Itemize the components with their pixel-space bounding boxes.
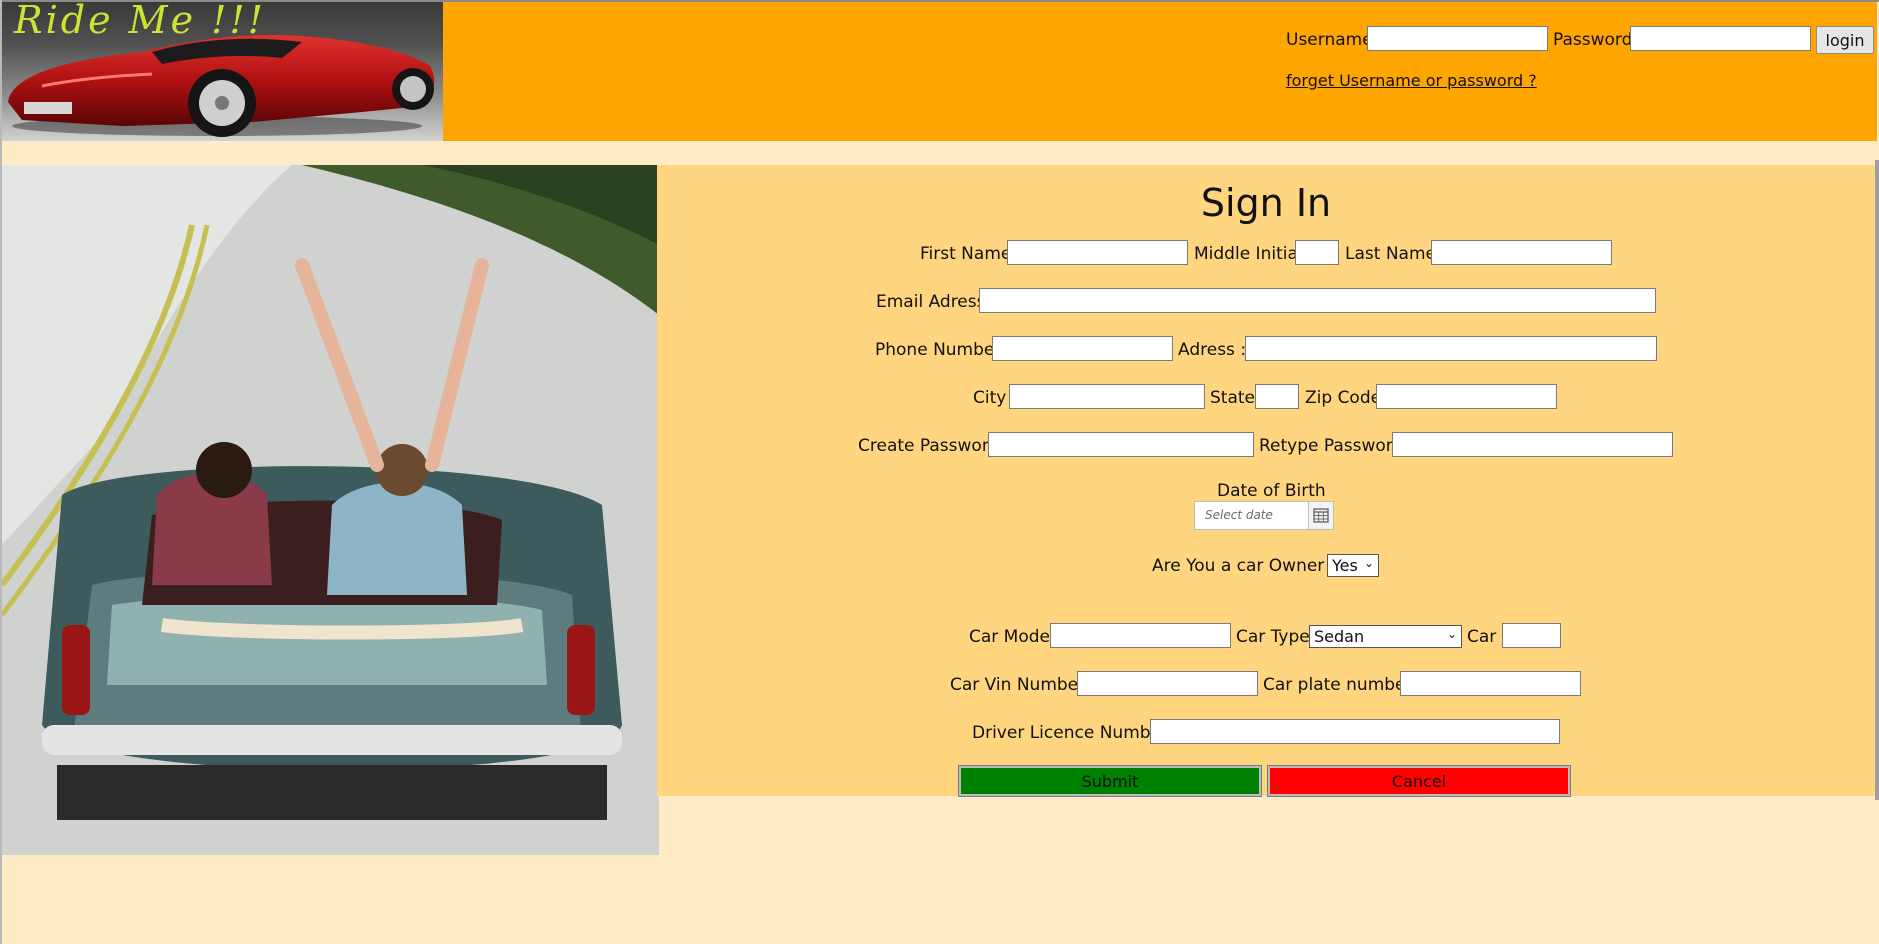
car-plate-input[interactable] — [1400, 671, 1581, 696]
licence-label: Driver Licence Number — [972, 723, 1168, 743]
car-owner-select[interactable]: Yes ⌄ — [1327, 554, 1379, 577]
car-owner-label: Are You a car Owner ? — [1152, 556, 1339, 576]
last-name-label: Last Name — [1345, 244, 1436, 264]
phone-label: Phone Number — [875, 340, 1002, 360]
username-input[interactable] — [1367, 26, 1548, 51]
address-label: Adress : — [1178, 340, 1247, 360]
car-vin-label: Car Vin Number — [950, 675, 1086, 695]
logo: Ride Me !!! — [2, 2, 443, 141]
dob-datepicker[interactable]: Select date — [1194, 501, 1334, 530]
address-input[interactable] — [1245, 336, 1657, 361]
first-name-input[interactable] — [1007, 240, 1188, 265]
car-model-input[interactable] — [1050, 623, 1231, 648]
licence-input[interactable] — [1150, 719, 1560, 744]
state-input[interactable] — [1255, 384, 1299, 409]
car-plate-label: Car plate number — [1263, 675, 1413, 695]
email-input[interactable] — [979, 288, 1656, 313]
first-name-label: First Name — [920, 244, 1012, 264]
car-type-select[interactable]: Sedan ⌄ — [1309, 625, 1462, 648]
couple-convertible-photo — [2, 165, 659, 855]
state-label: State — [1210, 388, 1255, 408]
car-vin-input[interactable] — [1077, 671, 1258, 696]
city-input[interactable] — [1009, 384, 1205, 409]
middle-initial-input[interactable] — [1295, 240, 1339, 265]
login-button[interactable]: login — [1816, 26, 1874, 54]
page-title: Sign In — [1200, 181, 1332, 225]
car-year-input[interactable] — [1502, 623, 1561, 648]
forget-credentials-link[interactable]: forget Username or password ? — [1286, 71, 1537, 90]
zip-input[interactable] — [1376, 384, 1557, 409]
username-label: Username — [1286, 30, 1373, 50]
car-owner-value: Yes — [1332, 556, 1358, 575]
retype-password-input[interactable] — [1392, 432, 1673, 457]
submit-button[interactable]: Submit — [958, 765, 1262, 797]
middle-initial-label: Middle Initial — [1194, 244, 1303, 264]
car-type-value: Sedan — [1314, 627, 1365, 646]
email-label: Email Adress — [876, 292, 986, 312]
chevron-down-icon: ⌄ — [1363, 556, 1374, 570]
zip-label: Zip Code — [1305, 388, 1382, 408]
create-password-label: Create Password — [858, 436, 1000, 456]
password-label: Password — [1553, 30, 1633, 50]
city-label: City — [973, 388, 1007, 408]
logo-text: Ride Me !!! — [14, 2, 266, 42]
calendar-icon[interactable] — [1308, 502, 1333, 529]
create-password-input[interactable] — [988, 432, 1254, 457]
retype-password-label: Retype Password — [1259, 436, 1404, 456]
dob-label: Date of Birth — [1217, 481, 1326, 501]
window-right-border — [1875, 160, 1879, 800]
chevron-down-icon: ⌄ — [1446, 627, 1457, 641]
password-input[interactable] — [1630, 26, 1811, 51]
phone-input[interactable] — [992, 336, 1173, 361]
car-model-label: Car Model — [969, 627, 1055, 647]
sign-in-panel: Sign In First Name Middle Initial Last N… — [657, 165, 1875, 797]
dob-placeholder: Select date — [1205, 508, 1273, 522]
car-type-label: Car Type — [1236, 627, 1310, 647]
last-name-input[interactable] — [1431, 240, 1612, 265]
cancel-button[interactable]: Cancel — [1267, 765, 1571, 797]
